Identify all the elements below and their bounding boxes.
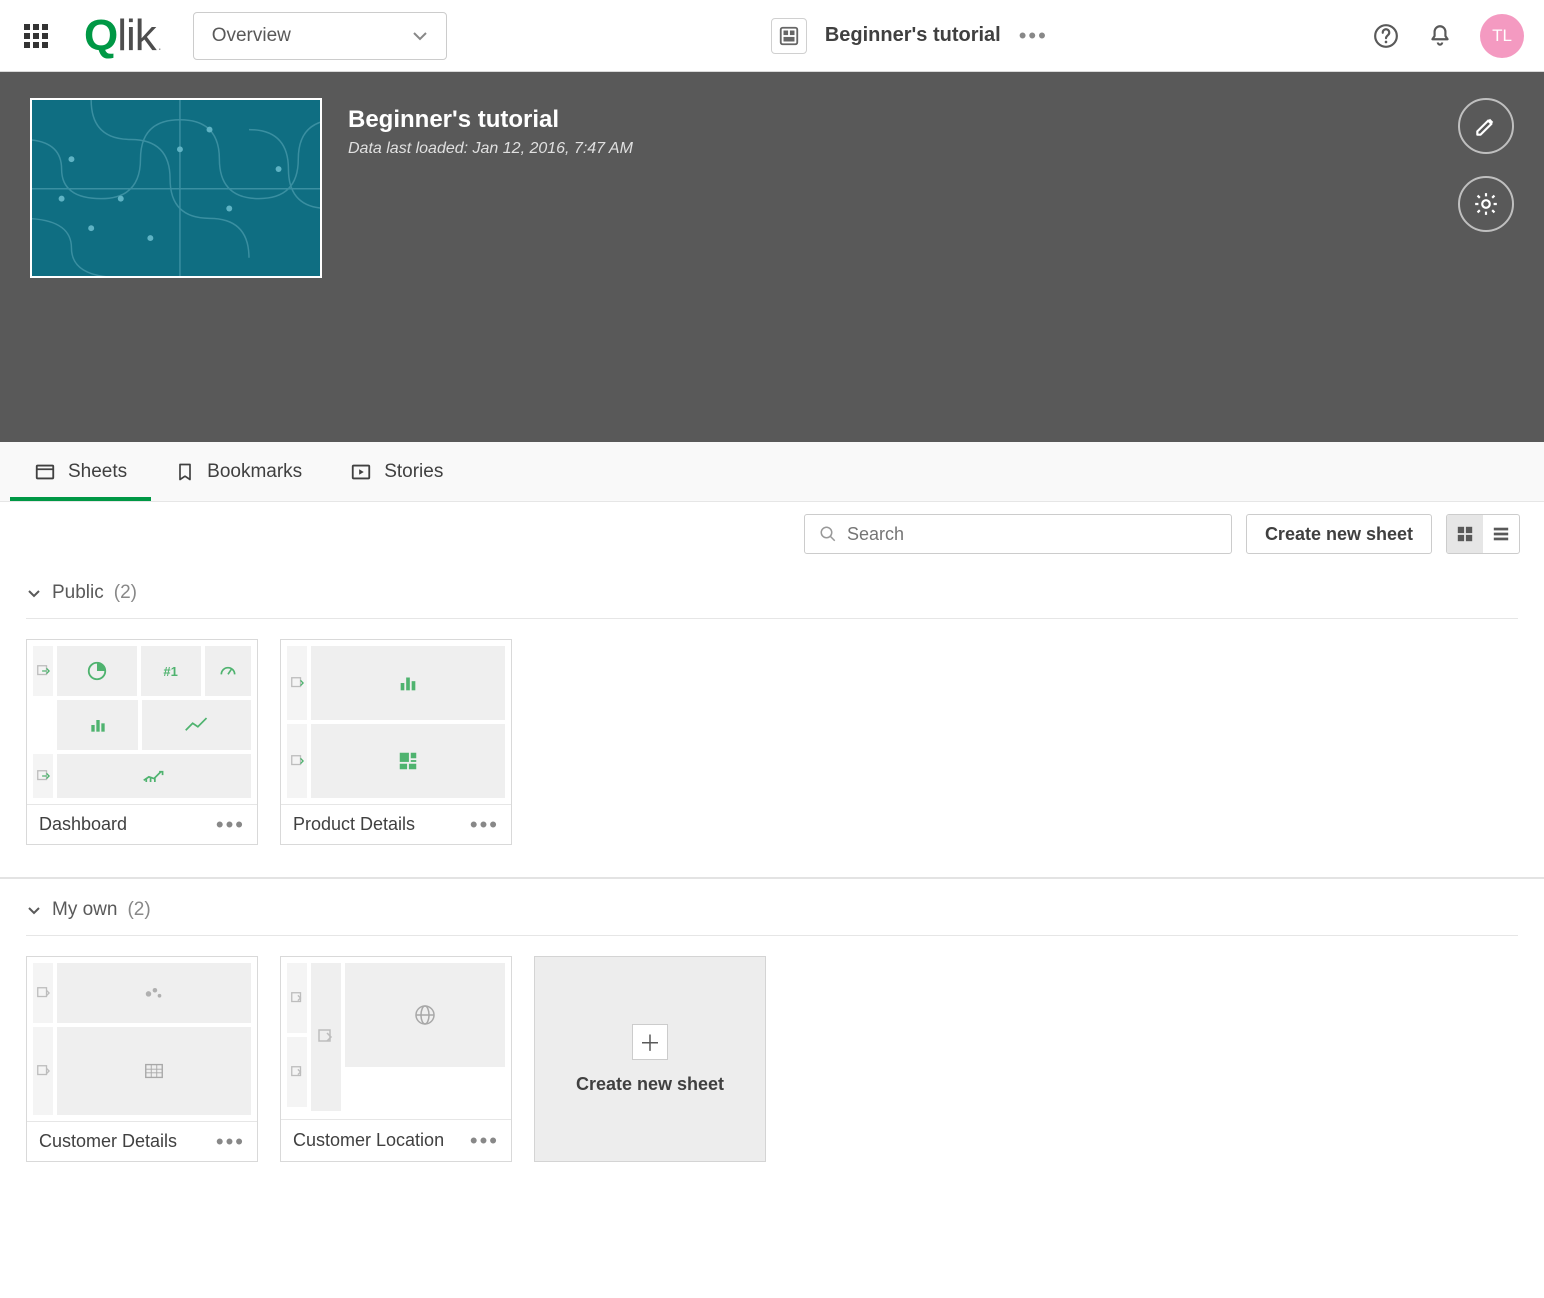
section-public: Public (2) #1 bbox=[0, 566, 1544, 873]
section-my-own: My own (2) Customer Details ••• bbox=[0, 883, 1544, 1190]
pencil-icon bbox=[1473, 113, 1499, 139]
sheets-icon bbox=[34, 461, 56, 483]
handle-icon bbox=[33, 754, 53, 798]
help-button[interactable] bbox=[1372, 22, 1400, 50]
hero-title: Beginner's tutorial bbox=[348, 106, 633, 134]
sheet-preview bbox=[281, 640, 511, 804]
sheet-preview bbox=[27, 957, 257, 1121]
app-thumbnail[interactable] bbox=[30, 98, 322, 278]
sheet-preview: #1 bbox=[27, 640, 257, 804]
table-icon bbox=[143, 1061, 165, 1081]
tab-stories[interactable]: Stories bbox=[326, 442, 467, 501]
plus-icon: ＋ bbox=[632, 1024, 668, 1060]
tab-sheets[interactable]: Sheets bbox=[10, 442, 151, 501]
handle-icon bbox=[287, 646, 307, 720]
notifications-button[interactable] bbox=[1426, 22, 1454, 50]
section-public-header[interactable]: Public (2) bbox=[26, 582, 1518, 619]
section-count: (2) bbox=[127, 899, 150, 921]
grid-icon bbox=[1456, 525, 1474, 543]
app-hero: Beginner's tutorial Data last loaded: Ja… bbox=[0, 72, 1544, 442]
handle-icon bbox=[33, 963, 53, 1023]
treemap-icon bbox=[397, 750, 419, 772]
section-label: Public bbox=[52, 582, 104, 604]
view-selector-label: Overview bbox=[212, 25, 291, 47]
sheet-card-dashboard[interactable]: #1 Dashboard ••• bbox=[26, 639, 258, 845]
help-icon bbox=[1373, 23, 1399, 49]
top-center: Beginner's tutorial ••• bbox=[447, 18, 1372, 54]
stories-icon bbox=[350, 461, 372, 483]
hero-subtitle: Data last loaded: Jan 12, 2016, 7:47 AM bbox=[348, 140, 633, 158]
thumbnail-graphic bbox=[32, 100, 320, 278]
settings-button[interactable] bbox=[1458, 176, 1514, 232]
sheet-more-icon[interactable]: ••• bbox=[470, 1128, 499, 1154]
section-label: My own bbox=[52, 899, 117, 921]
app-more-icon[interactable]: ••• bbox=[1019, 23, 1048, 49]
list-icon bbox=[1492, 525, 1510, 543]
gauge-icon bbox=[218, 661, 238, 681]
top-bar: Qlik. Overview Beginner's tutorial ••• T… bbox=[0, 0, 1544, 72]
gear-icon bbox=[1473, 191, 1499, 217]
sheet-title: Product Details bbox=[293, 814, 415, 835]
create-new-sheet-card[interactable]: ＋ Create new sheet bbox=[534, 956, 766, 1162]
handle-icon bbox=[311, 963, 341, 1111]
handle-icon bbox=[33, 1027, 53, 1115]
bookmark-icon bbox=[175, 461, 195, 483]
sheet-more-icon[interactable]: ••• bbox=[216, 1129, 245, 1155]
section-divider bbox=[0, 877, 1544, 879]
create-sheet-button[interactable]: Create new sheet bbox=[1246, 514, 1432, 554]
tab-label: Sheets bbox=[68, 461, 127, 483]
tab-label: Bookmarks bbox=[207, 461, 302, 483]
tab-bookmarks[interactable]: Bookmarks bbox=[151, 442, 326, 501]
chevron-down-icon bbox=[412, 28, 428, 44]
trendline-icon bbox=[142, 767, 166, 785]
user-avatar[interactable]: TL bbox=[1480, 14, 1524, 58]
sheets-toolbar: Create new sheet bbox=[0, 502, 1544, 566]
sheet-more-icon[interactable]: ••• bbox=[470, 812, 499, 838]
list-view-button[interactable] bbox=[1483, 515, 1519, 553]
scatter-icon bbox=[143, 984, 165, 1002]
bar-icon bbox=[88, 715, 108, 735]
chevron-down-icon bbox=[26, 902, 42, 918]
create-new-sheet-label: Create new sheet bbox=[576, 1074, 724, 1095]
section-count: (2) bbox=[114, 582, 137, 604]
sheet-card-customer-details[interactable]: Customer Details ••• bbox=[26, 956, 258, 1162]
app-thumbnail-button[interactable] bbox=[771, 18, 807, 54]
view-toggle bbox=[1446, 514, 1520, 554]
search-input[interactable] bbox=[847, 524, 1217, 545]
search-box[interactable] bbox=[804, 514, 1232, 554]
bar-icon bbox=[397, 672, 419, 694]
top-right: TL bbox=[1372, 14, 1524, 58]
apps-grid-icon[interactable] bbox=[24, 24, 48, 48]
line-icon bbox=[184, 715, 210, 735]
sheet-more-icon[interactable]: ••• bbox=[216, 812, 245, 838]
section-my-own-header[interactable]: My own (2) bbox=[26, 899, 1518, 936]
sheet-icon bbox=[778, 25, 800, 47]
sheet-card-customer-location[interactable]: Customer Location ••• bbox=[280, 956, 512, 1162]
sheet-title: Customer Location bbox=[293, 1130, 444, 1151]
edit-button[interactable] bbox=[1458, 98, 1514, 154]
handle-icon bbox=[287, 963, 307, 1033]
qlik-logo[interactable]: Qlik. bbox=[84, 11, 161, 61]
handle-icon bbox=[287, 1037, 307, 1107]
chevron-down-icon bbox=[26, 585, 42, 601]
tab-label: Stories bbox=[384, 461, 443, 483]
sheet-card-product-details[interactable]: Product Details ••• bbox=[280, 639, 512, 845]
sheet-title: Customer Details bbox=[39, 1131, 177, 1152]
avatar-initials: TL bbox=[1492, 26, 1512, 46]
bell-icon bbox=[1427, 23, 1453, 49]
sheet-title: Dashboard bbox=[39, 814, 127, 835]
handle-icon bbox=[287, 724, 307, 798]
view-selector-dropdown[interactable]: Overview bbox=[193, 12, 447, 60]
hero-text: Beginner's tutorial Data last loaded: Ja… bbox=[348, 98, 633, 278]
grid-view-button[interactable] bbox=[1447, 515, 1483, 553]
content-tabs: Sheets Bookmarks Stories bbox=[0, 442, 1544, 502]
sheet-preview bbox=[281, 957, 511, 1119]
pie-icon bbox=[86, 660, 108, 682]
app-title: Beginner's tutorial bbox=[825, 24, 1001, 47]
globe-icon bbox=[413, 1003, 437, 1027]
search-icon bbox=[819, 525, 837, 543]
handle-icon bbox=[33, 646, 53, 696]
